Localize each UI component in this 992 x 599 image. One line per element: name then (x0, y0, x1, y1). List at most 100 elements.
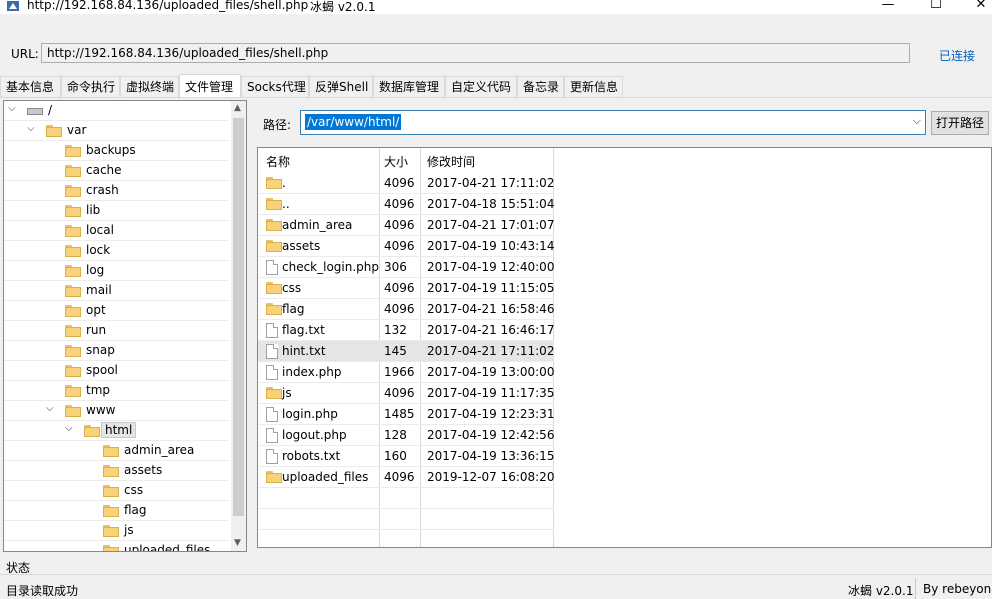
file-row[interactable]: robots.txt 160 2017-04-19 13:36:15 (258, 446, 554, 467)
tree-item[interactable]: lock (4, 241, 229, 261)
file-row[interactable]: css 4096 2017-04-19 11:15:05 (258, 278, 554, 299)
tree-scroll-thumb[interactable] (233, 118, 244, 516)
tree-item-label: js (124, 523, 134, 537)
tab-file-manager[interactable]: 文件管理 (179, 74, 241, 98)
scroll-down-icon[interactable]: ▼ (234, 538, 241, 548)
tree-item[interactable]: uploaded_files (4, 541, 229, 551)
directory-tree[interactable]: ⌵ / ⌵ var backups cache crash lib local lock log ma… (3, 100, 247, 552)
tab-database[interactable]: 数据库管理 (373, 76, 445, 97)
file-row[interactable]: check_login.php 306 2017-04-19 12:40:00 (258, 257, 554, 278)
folder-icon (65, 305, 81, 317)
tree-item-label: assets (124, 463, 163, 477)
tree-item[interactable]: ⌵ www (4, 401, 229, 421)
folder-icon (266, 198, 282, 210)
tree-item[interactable]: tmp (4, 381, 229, 401)
folder-icon (84, 425, 100, 437)
file-row[interactable]: flag 4096 2017-04-21 16:58:46 (258, 299, 554, 320)
path-value[interactable]: /var/www/html/ (305, 114, 402, 130)
scroll-up-icon[interactable]: ▲ (234, 103, 241, 113)
file-name: . (282, 176, 286, 190)
maximize-button[interactable]: ☐ (916, 0, 956, 13)
tree-item[interactable]: mail (4, 281, 229, 301)
tree-item-label: mail (86, 283, 112, 297)
tree-item[interactable]: backups (4, 141, 229, 161)
tree-item[interactable]: flag (4, 501, 229, 521)
file-row[interactable]: js 4096 2017-04-19 11:17:35 (258, 383, 554, 404)
tree-item[interactable]: cache (4, 161, 229, 181)
chevron-down-icon[interactable]: ⌵ (65, 424, 75, 434)
tree-item[interactable]: ⌵ html (4, 421, 229, 441)
file-name: css (282, 281, 302, 295)
tab-command[interactable]: 命令执行 (61, 76, 120, 97)
minimize-button[interactable]: — (868, 0, 908, 13)
tree-item[interactable]: run (4, 321, 229, 341)
file-name: flag (282, 302, 305, 316)
window-title: http://192.168.84.136/uploaded_files/she… (27, 0, 309, 12)
empty-row (258, 488, 554, 509)
file-size: 4096 (384, 239, 415, 253)
column-header-mtime[interactable]: 修改时间 (427, 153, 475, 170)
tree-item-label: html (101, 422, 137, 438)
chevron-down-icon[interactable]: ⌵ (46, 404, 56, 414)
file-mtime: 2017-04-21 16:58:46 (427, 302, 555, 316)
tree-item[interactable]: crash (4, 181, 229, 201)
tree-item[interactable]: log (4, 261, 229, 281)
tab-terminal[interactable]: 虚拟终端 (120, 76, 179, 97)
tab-basic-info[interactable]: 基本信息 (0, 76, 61, 97)
file-row[interactable]: assets 4096 2017-04-19 10:43:14 (258, 236, 554, 257)
chevron-down-icon[interactable]: ⌵ (27, 124, 37, 134)
tree-item-label: lock (86, 243, 111, 257)
path-combobox[interactable]: /var/www/html/ ⌵ (300, 110, 926, 135)
tree-item[interactable]: js (4, 521, 229, 541)
folder-icon (65, 285, 81, 297)
file-icon (266, 344, 278, 359)
column-header-name[interactable]: 名称 (266, 153, 290, 170)
file-row[interactable]: .. 4096 2017-04-18 15:51:04 (258, 194, 554, 215)
tab-custom-code[interactable]: 自定义代码 (445, 76, 517, 97)
file-row[interactable]: index.php 1966 2017-04-19 13:00:00 (258, 362, 554, 383)
tree-item[interactable]: snap (4, 341, 229, 361)
folder-icon (65, 165, 81, 177)
tab-socks[interactable]: Socks代理 (241, 76, 309, 97)
file-row[interactable]: flag.txt 132 2017-04-21 16:46:17 (258, 320, 554, 341)
tree-item[interactable]: ⌵ var (4, 121, 229, 141)
app-name: 冰蝎 v2.0.1 (310, 0, 376, 14)
folder-icon (266, 177, 282, 189)
chevron-down-icon[interactable]: ⌵ (913, 114, 921, 128)
tree-item[interactable]: admin_area (4, 441, 229, 461)
status-separator (915, 578, 916, 599)
tree-item[interactable]: opt (4, 301, 229, 321)
file-row[interactable]: . 4096 2017-04-21 17:11:02 (258, 173, 554, 194)
file-icon (266, 449, 278, 464)
tab-memo[interactable]: 备忘录 (517, 76, 564, 97)
folder-icon (266, 471, 282, 483)
folder-icon (46, 125, 62, 137)
file-name: hint.txt (282, 344, 326, 358)
tree-item[interactable]: assets (4, 461, 229, 481)
tree-item-label: snap (86, 343, 115, 357)
tree-item[interactable]: lib (4, 201, 229, 221)
tree-item-label: local (86, 223, 114, 237)
file-row[interactable]: hint.txt 145 2017-04-21 17:11:02 (258, 341, 554, 362)
file-row[interactable]: logout.php 128 2017-04-19 12:42:56 (258, 425, 554, 446)
chevron-down-icon[interactable]: ⌵ (8, 104, 18, 114)
file-name: logout.php (282, 428, 347, 442)
file-mtime: 2017-04-21 16:46:17 (427, 323, 555, 337)
tree-item[interactable]: spool (4, 361, 229, 381)
file-table[interactable]: 名称 大小 修改时间 . 4096 2017-04-21 17:11:02.. 409… (257, 147, 992, 548)
author-label: By rebeyond (923, 582, 992, 596)
folder-icon (103, 505, 119, 517)
url-field[interactable]: http://192.168.84.136/uploaded_files/she… (41, 43, 910, 63)
open-path-button[interactable]: 打开路径 (931, 111, 989, 135)
file-mtime: 2017-04-21 17:11:02 (427, 176, 555, 190)
file-row[interactable]: login.php 1485 2017-04-19 12:23:31 (258, 404, 554, 425)
close-button[interactable]: ✕ (961, 0, 992, 13)
tab-reverse-shell[interactable]: 反弹Shell (309, 76, 373, 97)
file-row[interactable]: admin_area 4096 2017-04-21 17:01:07 (258, 215, 554, 236)
tree-item[interactable]: ⌵ / (4, 101, 229, 121)
tree-item[interactable]: local (4, 221, 229, 241)
tab-update[interactable]: 更新信息 (564, 76, 623, 97)
tree-item[interactable]: css (4, 481, 229, 501)
column-header-size[interactable]: 大小 (384, 153, 408, 170)
file-row[interactable]: uploaded_files 4096 2019-12-07 16:08:20 (258, 467, 554, 488)
